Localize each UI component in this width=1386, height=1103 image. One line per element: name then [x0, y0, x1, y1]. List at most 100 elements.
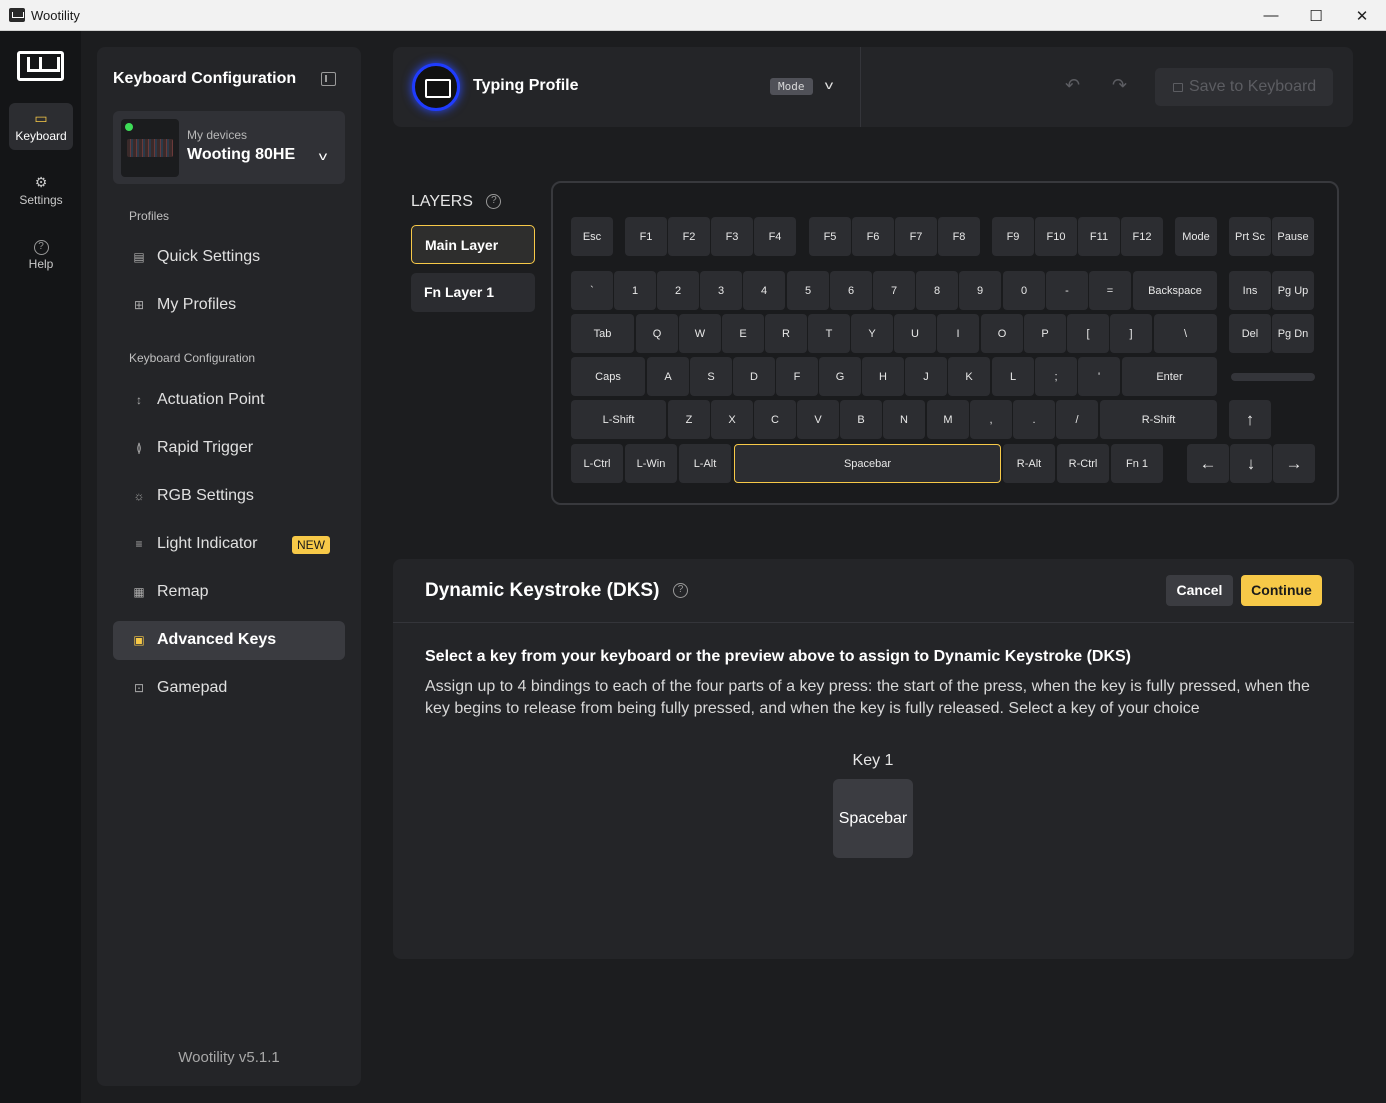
key-f2[interactable]: F2	[668, 217, 710, 256]
key-l-ctrl[interactable]: L-Ctrl	[571, 444, 623, 483]
layer-fn-1[interactable]: Fn Layer 1	[411, 273, 535, 312]
key-f10[interactable]: F10	[1035, 217, 1077, 256]
layer-main[interactable]: Main Layer	[411, 225, 535, 264]
key-del[interactable]: Del	[1229, 314, 1271, 353]
key-[interactable]: ↑	[1229, 400, 1271, 439]
key-f5[interactable]: F5	[809, 217, 851, 256]
key-backspace[interactable]: Backspace	[1133, 271, 1217, 310]
key-prt-sc[interactable]: Prt Sc	[1229, 217, 1271, 256]
rail-item-settings[interactable]: ⚙ Settings	[9, 167, 73, 214]
key-f7[interactable]: F7	[895, 217, 937, 256]
key-8[interactable]: 8	[916, 271, 958, 310]
nav-item-quick-settings[interactable]: ▤ Quick Settings	[113, 238, 345, 277]
key-l-shift[interactable]: L-Shift	[571, 400, 666, 439]
maximize-button[interactable]: ☐	[1293, 0, 1339, 31]
mode-badge[interactable]: Mode	[770, 78, 813, 95]
key-7[interactable]: 7	[873, 271, 915, 310]
key-q[interactable]: Q	[636, 314, 678, 353]
key-[interactable]: ,	[970, 400, 1012, 439]
key-mode[interactable]: Mode	[1175, 217, 1217, 256]
key-0[interactable]: 0	[1003, 271, 1045, 310]
key-f11[interactable]: F11	[1078, 217, 1120, 256]
nav-item-advanced-keys[interactable]: ▣ Advanced Keys	[113, 621, 345, 660]
redo-icon[interactable]: ↷	[1112, 75, 1127, 96]
key-slot[interactable]: Spacebar	[833, 779, 913, 858]
device-selector[interactable]: My devices Wooting 80HE v	[113, 111, 345, 184]
key-[interactable]: =	[1089, 271, 1131, 310]
key-r-shift[interactable]: R-Shift	[1100, 400, 1217, 439]
key-caps[interactable]: Caps	[571, 357, 645, 396]
help-icon[interactable]: ?	[486, 194, 502, 210]
key-r-ctrl[interactable]: R-Ctrl	[1057, 444, 1109, 483]
nav-item-rapid-trigger[interactable]: ≬ Rapid Trigger	[113, 429, 345, 468]
key-k[interactable]: K	[948, 357, 990, 396]
key-spacebar[interactable]: Spacebar	[734, 444, 1001, 483]
nav-item-gamepad[interactable]: ⊡ Gamepad	[113, 669, 345, 708]
key-1[interactable]: 1	[614, 271, 656, 310]
key-[interactable]: ↓	[1230, 444, 1272, 483]
profile-avatar-icon[interactable]	[412, 63, 460, 111]
key-[interactable]: ←	[1187, 444, 1229, 483]
key-p[interactable]: P	[1024, 314, 1066, 353]
key-9[interactable]: 9	[959, 271, 1001, 310]
collapse-sidebar-icon[interactable]	[321, 72, 336, 86]
key-d[interactable]: D	[733, 357, 775, 396]
key-6[interactable]: 6	[830, 271, 872, 310]
key-esc[interactable]: Esc	[571, 217, 613, 256]
continue-button[interactable]: Continue	[1241, 575, 1322, 606]
chevron-down-icon[interactable]: v	[825, 78, 833, 92]
key-f12[interactable]: F12	[1121, 217, 1163, 256]
key-f8[interactable]: F8	[938, 217, 980, 256]
key-3[interactable]: 3	[700, 271, 742, 310]
key-i[interactable]: I	[937, 314, 979, 353]
key-z[interactable]: Z	[668, 400, 710, 439]
key-w[interactable]: W	[679, 314, 721, 353]
key-[interactable]: /	[1056, 400, 1098, 439]
key-f6[interactable]: F6	[852, 217, 894, 256]
nav-item-light-indicator[interactable]: ≡ Light Indicator NEW	[113, 525, 345, 564]
key-fn-1[interactable]: Fn 1	[1111, 444, 1163, 483]
key-a[interactable]: A	[647, 357, 689, 396]
key-c[interactable]: C	[754, 400, 796, 439]
key-l-win[interactable]: L-Win	[625, 444, 677, 483]
nav-item-rgb-settings[interactable]: ☼ RGB Settings	[113, 477, 345, 516]
key-o[interactable]: O	[981, 314, 1023, 353]
key-[interactable]: \	[1154, 314, 1217, 353]
nav-item-remap[interactable]: ▦ Remap	[113, 573, 345, 612]
key-tab[interactable]: Tab	[571, 314, 634, 353]
undo-icon[interactable]: ↶	[1065, 75, 1080, 96]
close-button[interactable]: ✕	[1339, 0, 1385, 31]
key-pg-dn[interactable]: Pg Dn	[1272, 314, 1314, 353]
key-h[interactable]: H	[862, 357, 904, 396]
key-4[interactable]: 4	[743, 271, 785, 310]
help-icon[interactable]: ?	[673, 583, 688, 598]
rail-item-help[interactable]: ? Help	[9, 231, 73, 278]
key-r-alt[interactable]: R-Alt	[1003, 444, 1055, 483]
key-ins[interactable]: Ins	[1229, 271, 1271, 310]
key-y[interactable]: Y	[851, 314, 893, 353]
save-to-keyboard-button[interactable]: Save to Keyboard	[1155, 68, 1333, 106]
key-[interactable]: .	[1013, 400, 1055, 439]
key-5[interactable]: 5	[787, 271, 829, 310]
key-m[interactable]: M	[927, 400, 969, 439]
key-2[interactable]: 2	[657, 271, 699, 310]
key-pg-up[interactable]: Pg Up	[1272, 271, 1314, 310]
key-v[interactable]: V	[797, 400, 839, 439]
rail-item-keyboard[interactable]: ▭ Keyboard	[9, 103, 73, 150]
key-e[interactable]: E	[722, 314, 764, 353]
key-f4[interactable]: F4	[754, 217, 796, 256]
key-u[interactable]: U	[894, 314, 936, 353]
key-g[interactable]: G	[819, 357, 861, 396]
key-f3[interactable]: F3	[711, 217, 753, 256]
key-[interactable]: `	[571, 271, 613, 310]
key-f9[interactable]: F9	[992, 217, 1034, 256]
key-pause[interactable]: Pause	[1272, 217, 1314, 256]
key-b[interactable]: B	[840, 400, 882, 439]
nav-item-my-profiles[interactable]: ⊞ My Profiles	[113, 286, 345, 325]
key-[interactable]: →	[1273, 444, 1315, 483]
key-[interactable]: '	[1078, 357, 1120, 396]
key-[interactable]: ;	[1035, 357, 1077, 396]
key-l[interactable]: L	[992, 357, 1034, 396]
minimize-button[interactable]: —	[1248, 0, 1294, 31]
key-x[interactable]: X	[711, 400, 753, 439]
